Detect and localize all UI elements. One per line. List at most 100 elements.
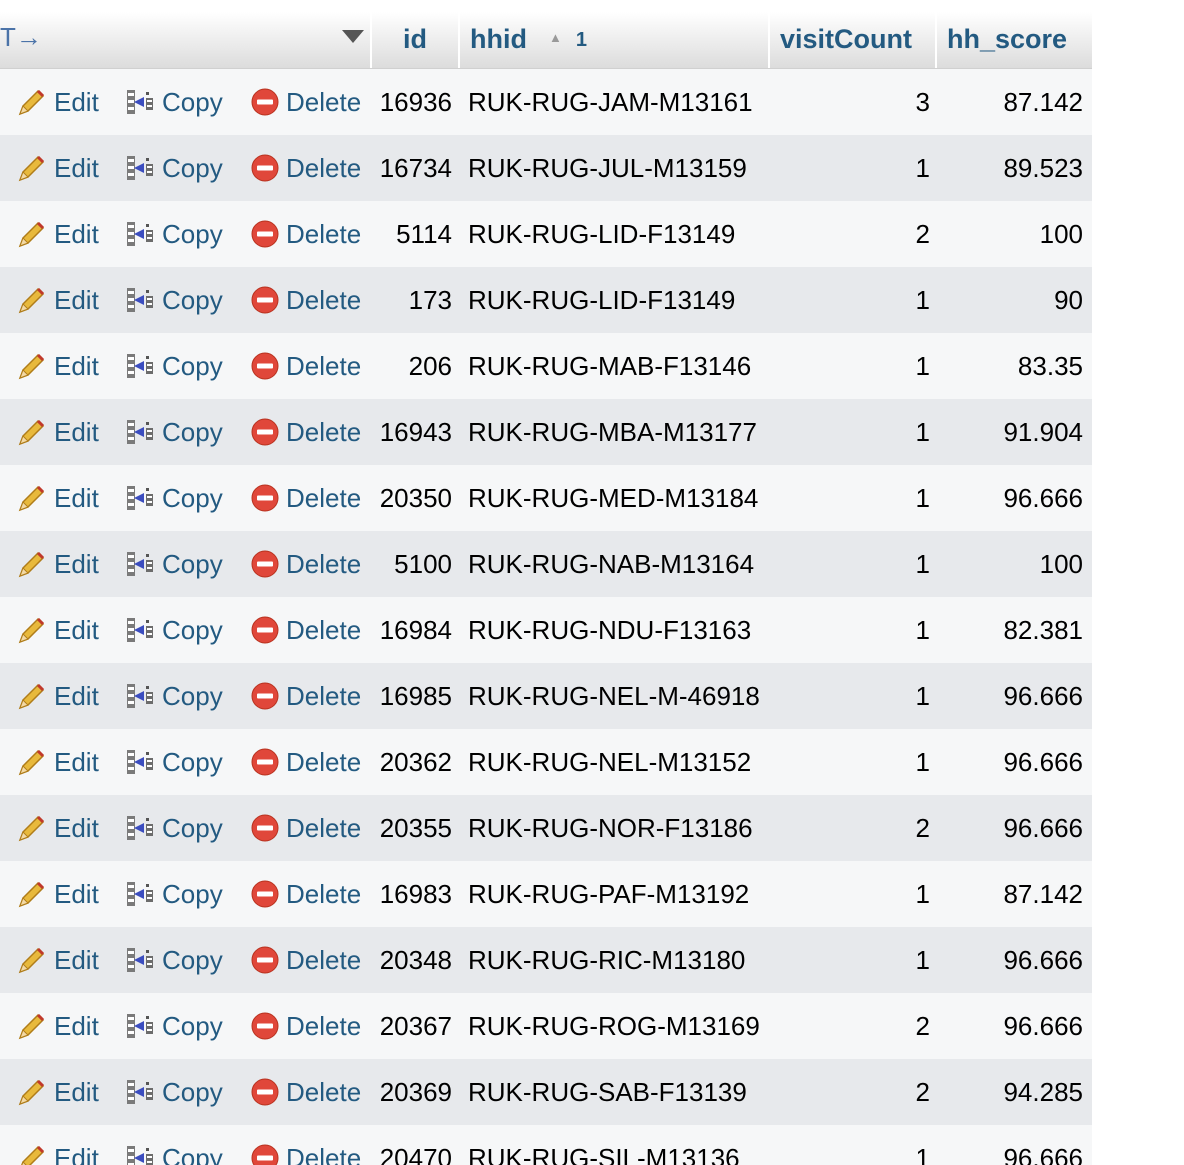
copy-icon bbox=[124, 615, 162, 645]
edit-link[interactable]: Edit bbox=[16, 795, 99, 861]
delete-icon bbox=[250, 153, 286, 183]
delete-link[interactable]: Delete bbox=[250, 135, 361, 201]
cell-visitcount: 1 bbox=[915, 747, 930, 777]
copy-link[interactable]: Copy bbox=[124, 993, 223, 1059]
copy-link[interactable]: Copy bbox=[124, 729, 223, 795]
edit-link[interactable]: Edit bbox=[16, 927, 99, 993]
cell-id: 16984 bbox=[379, 615, 452, 645]
edit-link[interactable]: Edit bbox=[16, 201, 99, 267]
cell-hhid: RUK-RUG-SAB-F13139 bbox=[468, 1077, 747, 1107]
column-header-hh-score[interactable]: hh_score bbox=[937, 12, 1107, 68]
edit-link[interactable]: Edit bbox=[16, 69, 99, 135]
copy-link[interactable]: Copy bbox=[124, 465, 223, 531]
cell-visitcount: 1 bbox=[915, 879, 930, 909]
copy-icon bbox=[124, 681, 162, 711]
edit-link[interactable]: Edit bbox=[16, 1125, 99, 1165]
delete-link[interactable]: Delete bbox=[250, 1059, 361, 1125]
delete-link[interactable]: Delete bbox=[250, 267, 361, 333]
edit-link[interactable]: Edit bbox=[16, 465, 99, 531]
cell-hhid: RUK-RUG-MAB-F13146 bbox=[468, 351, 752, 381]
delete-link[interactable]: Delete bbox=[250, 597, 361, 663]
delete-icon bbox=[250, 351, 286, 381]
copy-link[interactable]: Copy bbox=[124, 399, 223, 465]
delete-icon bbox=[250, 1143, 286, 1165]
delete-link[interactable]: Delete bbox=[250, 729, 361, 795]
pencil-icon bbox=[16, 879, 54, 909]
edit-link[interactable]: Edit bbox=[16, 531, 99, 597]
cell-hh-score: 96.666 bbox=[1003, 747, 1083, 777]
delete-icon bbox=[250, 417, 286, 447]
delete-icon bbox=[250, 879, 286, 909]
column-header-hhid[interactable]: hhid ▲ 1 bbox=[460, 12, 770, 68]
cell-hhid: RUK-RUG-LID-F13149 bbox=[468, 219, 736, 249]
copy-link[interactable]: Copy bbox=[124, 333, 223, 399]
delete-link[interactable]: Delete bbox=[250, 69, 361, 135]
cell-id: 16985 bbox=[379, 681, 452, 711]
cell-id: 20470 bbox=[379, 1143, 452, 1165]
edit-link[interactable]: Edit bbox=[16, 597, 99, 663]
delete-link[interactable]: Delete bbox=[250, 927, 361, 993]
copy-link[interactable]: Copy bbox=[124, 135, 223, 201]
cell-hhid: RUK-RUG-MBA-M13177 bbox=[468, 417, 757, 447]
cell-id: 206 bbox=[408, 351, 452, 381]
delete-link[interactable]: Delete bbox=[250, 861, 361, 927]
delete-link[interactable]: Delete bbox=[250, 531, 361, 597]
delete-link[interactable]: Delete bbox=[250, 465, 361, 531]
delete-link[interactable]: Delete bbox=[250, 333, 361, 399]
delete-link[interactable]: Delete bbox=[250, 663, 361, 729]
copy-link[interactable]: Copy bbox=[124, 795, 223, 861]
cell-hh-score: 87.142 bbox=[1003, 87, 1083, 117]
copy-link[interactable]: Copy bbox=[124, 861, 223, 927]
column-arrow-icon[interactable]: T→ bbox=[0, 10, 42, 64]
copy-link[interactable]: Copy bbox=[124, 267, 223, 333]
edit-link[interactable]: Edit bbox=[16, 663, 99, 729]
cell-hh-score: 96.666 bbox=[1003, 945, 1083, 975]
delete-icon bbox=[250, 747, 286, 777]
edit-link[interactable]: Edit bbox=[16, 1059, 99, 1125]
delete-link[interactable]: Delete bbox=[250, 993, 361, 1059]
delete-icon bbox=[250, 1077, 286, 1107]
delete-icon bbox=[250, 285, 286, 315]
edit-link[interactable]: Edit bbox=[16, 861, 99, 927]
dropdown-triangle-icon[interactable] bbox=[342, 30, 364, 43]
cell-visitcount: 2 bbox=[915, 219, 930, 249]
edit-link[interactable]: Edit bbox=[16, 729, 99, 795]
sort-order-number: 1 bbox=[575, 29, 587, 51]
copy-link[interactable]: Copy bbox=[124, 69, 223, 135]
edit-link[interactable]: Edit bbox=[16, 267, 99, 333]
copy-icon bbox=[124, 351, 162, 381]
cell-hh-score: 100 bbox=[1039, 219, 1083, 249]
copy-link[interactable]: Copy bbox=[124, 597, 223, 663]
pencil-icon bbox=[16, 549, 54, 579]
pencil-icon bbox=[16, 1011, 54, 1041]
edit-link[interactable]: Edit bbox=[16, 399, 99, 465]
copy-link[interactable]: Copy bbox=[124, 663, 223, 729]
cell-visitcount: 1 bbox=[915, 483, 930, 513]
actions-header: T→ bbox=[0, 12, 372, 68]
edit-link[interactable]: Edit bbox=[16, 993, 99, 1059]
cell-id: 16936 bbox=[379, 87, 452, 117]
cell-id: 5114 bbox=[396, 219, 452, 249]
copy-link[interactable]: Copy bbox=[124, 531, 223, 597]
cell-visitcount: 1 bbox=[915, 549, 930, 579]
column-header-id[interactable]: id bbox=[372, 12, 460, 68]
column-header-visitcount[interactable]: visitCount bbox=[770, 12, 937, 68]
delete-link[interactable]: Delete bbox=[250, 201, 361, 267]
cell-visitcount: 1 bbox=[915, 417, 930, 447]
copy-link[interactable]: Copy bbox=[124, 927, 223, 993]
copy-link[interactable]: Copy bbox=[124, 201, 223, 267]
copy-link[interactable]: Copy bbox=[124, 1125, 223, 1165]
copy-link[interactable]: Copy bbox=[124, 1059, 223, 1125]
edit-link[interactable]: Edit bbox=[16, 135, 99, 201]
delete-link[interactable]: Delete bbox=[250, 399, 361, 465]
delete-link[interactable]: Delete bbox=[250, 1125, 361, 1165]
cell-visitcount: 1 bbox=[915, 1143, 930, 1165]
cell-visitcount: 2 bbox=[915, 1077, 930, 1107]
cell-hh-score: 100 bbox=[1039, 549, 1083, 579]
delete-icon bbox=[250, 219, 286, 249]
delete-link[interactable]: Delete bbox=[250, 795, 361, 861]
cell-id: 5100 bbox=[394, 549, 452, 579]
cell-visitcount: 1 bbox=[915, 945, 930, 975]
cell-hhid: RUK-RUG-NEL-M13152 bbox=[468, 747, 752, 777]
edit-link[interactable]: Edit bbox=[16, 333, 99, 399]
